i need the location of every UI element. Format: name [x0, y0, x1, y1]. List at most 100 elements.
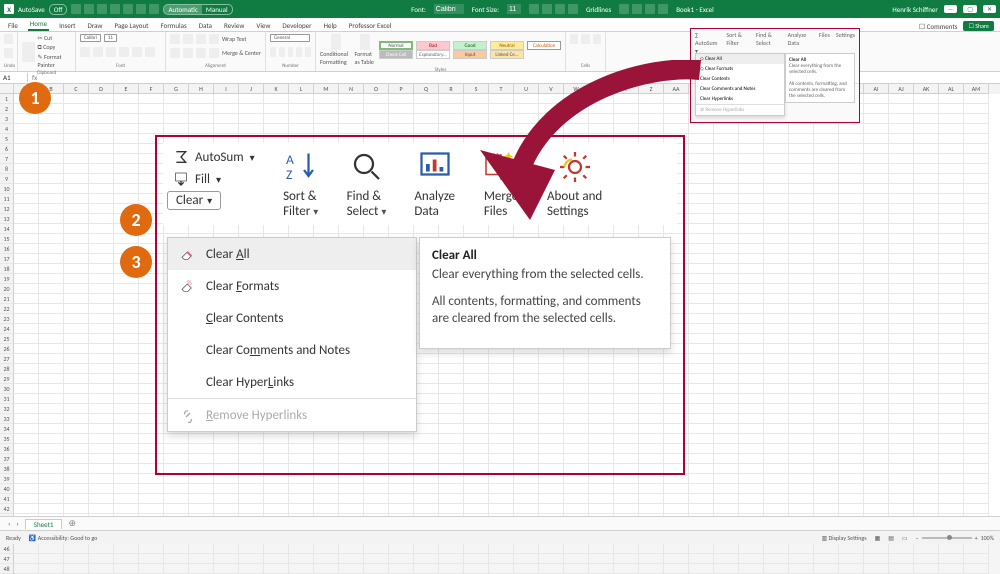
cell[interactable] — [314, 104, 339, 114]
cell[interactable] — [764, 264, 789, 274]
row-header[interactable]: 21 — [0, 294, 14, 304]
cell[interactable] — [914, 204, 939, 214]
cell[interactable] — [539, 554, 564, 564]
cell[interactable] — [89, 194, 114, 204]
cell[interactable] — [939, 334, 964, 344]
cell[interactable] — [964, 154, 989, 164]
cell[interactable] — [739, 374, 764, 384]
cell[interactable] — [64, 324, 89, 334]
cell[interactable] — [14, 384, 39, 394]
cell[interactable] — [739, 264, 764, 274]
cell[interactable] — [964, 114, 989, 124]
cell[interactable] — [339, 104, 364, 114]
cell[interactable] — [14, 124, 39, 134]
cell[interactable] — [639, 544, 664, 554]
row-header[interactable]: 22 — [0, 304, 14, 314]
cell[interactable] — [214, 544, 239, 554]
row-header[interactable]: 37 — [0, 454, 14, 464]
cell[interactable] — [714, 294, 739, 304]
cell[interactable] — [639, 504, 664, 514]
cell[interactable] — [364, 484, 389, 494]
cell[interactable] — [814, 314, 839, 324]
col-header[interactable]: D — [89, 84, 114, 94]
cell[interactable] — [89, 304, 114, 314]
cell[interactable] — [164, 494, 189, 504]
cell[interactable] — [664, 484, 689, 494]
cell[interactable] — [39, 304, 64, 314]
cell[interactable] — [939, 374, 964, 384]
cell[interactable] — [114, 394, 139, 404]
cell[interactable] — [814, 554, 839, 564]
cell[interactable] — [889, 554, 914, 564]
cell[interactable] — [89, 94, 114, 104]
cell[interactable] — [714, 344, 739, 354]
cell[interactable] — [939, 474, 964, 484]
cell[interactable] — [314, 124, 339, 134]
cell[interactable] — [914, 314, 939, 324]
fontcolor-icon[interactable] — [145, 47, 155, 57]
align-icon[interactable] — [183, 34, 193, 44]
cell[interactable] — [764, 364, 789, 374]
fill-button[interactable]: Fill ▾ — [167, 169, 261, 189]
cell[interactable] — [939, 204, 964, 214]
cell[interactable] — [814, 484, 839, 494]
cell[interactable] — [889, 414, 914, 424]
cell[interactable] — [414, 494, 439, 504]
cell[interactable] — [939, 244, 964, 254]
cell[interactable] — [889, 324, 914, 334]
add-sheet-icon[interactable]: ⊕ — [68, 518, 76, 529]
cell[interactable] — [914, 94, 939, 104]
cell[interactable] — [564, 484, 589, 494]
cell[interactable] — [789, 364, 814, 374]
tab-draw[interactable]: Draw — [86, 20, 105, 31]
cell[interactable] — [589, 564, 614, 574]
cell[interactable] — [739, 424, 764, 434]
cell[interactable] — [114, 364, 139, 374]
cell[interactable] — [114, 334, 139, 344]
cell[interactable] — [964, 94, 989, 104]
cell[interactable] — [739, 344, 764, 354]
cell[interactable] — [139, 494, 164, 504]
tab-pagelayout[interactable]: Page Layout — [112, 20, 150, 31]
cell[interactable] — [389, 504, 414, 514]
cell[interactable] — [89, 234, 114, 244]
row-header[interactable]: 41 — [0, 494, 14, 504]
cell[interactable] — [839, 484, 864, 494]
cell[interactable] — [914, 334, 939, 344]
cell[interactable] — [14, 414, 39, 424]
col-header[interactable]: AJ — [889, 84, 914, 94]
cell[interactable] — [289, 114, 314, 124]
cell[interactable] — [114, 464, 139, 474]
row-header[interactable]: 36 — [0, 444, 14, 454]
cell[interactable] — [14, 314, 39, 324]
cell[interactable] — [839, 474, 864, 484]
cell[interactable] — [789, 444, 814, 454]
cell[interactable] — [89, 444, 114, 454]
cell[interactable] — [214, 554, 239, 564]
row-header[interactable]: 14 — [0, 224, 14, 234]
cell[interactable] — [89, 384, 114, 394]
cell[interactable] — [814, 444, 839, 454]
cell[interactable] — [739, 384, 764, 394]
row-header[interactable]: 19 — [0, 274, 14, 284]
cell[interactable] — [914, 174, 939, 184]
cell[interactable] — [89, 484, 114, 494]
cell[interactable] — [114, 104, 139, 114]
row-header[interactable]: 6 — [0, 144, 14, 154]
qat-icon[interactable] — [136, 4, 146, 14]
cell[interactable] — [739, 244, 764, 254]
row-header[interactable]: 18 — [0, 264, 14, 274]
cell[interactable] — [714, 374, 739, 384]
cell[interactable] — [89, 564, 114, 574]
cell[interactable] — [689, 504, 714, 514]
tab-formulas[interactable]: Formulas — [159, 20, 189, 31]
cell[interactable] — [914, 194, 939, 204]
cell[interactable] — [114, 164, 139, 174]
cell[interactable] — [314, 564, 339, 574]
cell[interactable] — [939, 544, 964, 554]
cell[interactable] — [914, 474, 939, 484]
cell[interactable] — [814, 234, 839, 244]
cell[interactable] — [939, 314, 964, 324]
cell[interactable] — [964, 454, 989, 464]
cell[interactable] — [739, 134, 764, 144]
